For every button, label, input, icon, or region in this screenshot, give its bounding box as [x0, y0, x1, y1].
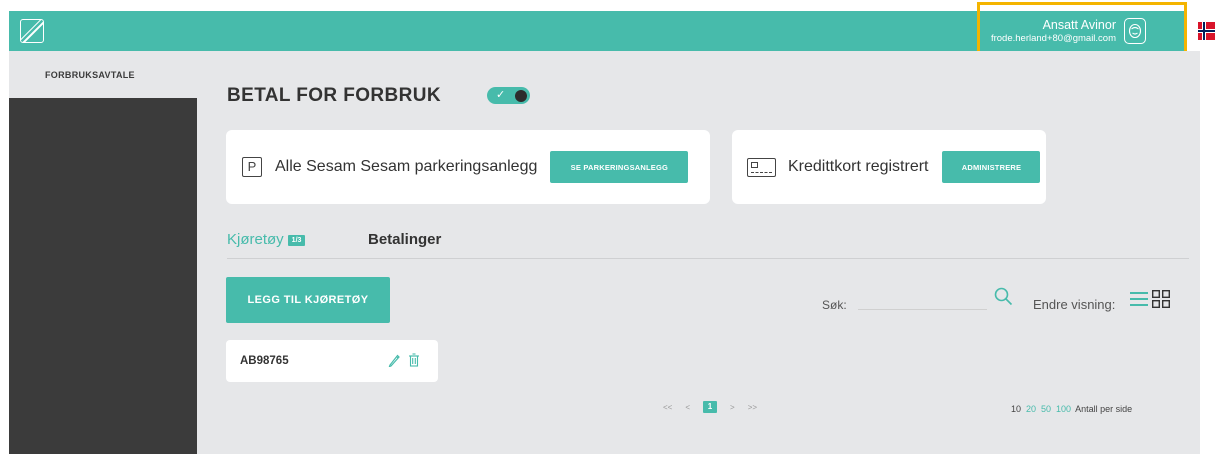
sidebar-active-item[interactable]: FORBRUKSAVTALE: [9, 51, 197, 98]
first-page-button[interactable]: <<: [663, 403, 672, 412]
consumption-toggle[interactable]: ✓: [487, 87, 530, 104]
check-icon: ✓: [496, 89, 506, 101]
tab-payments[interactable]: Betalinger: [368, 231, 441, 248]
next-page-button[interactable]: >: [730, 403, 735, 412]
parking-card: P Alle Sesam Sesam parkeringsanlegg SE P…: [226, 130, 710, 204]
tab-vehicles[interactable]: Kjøretøy 1/3: [227, 231, 306, 248]
pagination: << < 1 > >>: [663, 401, 770, 413]
see-parking-button[interactable]: SE PARKERINGSANLEGG: [550, 151, 689, 183]
parking-card-text: Alle Sesam Sesam parkeringsanlegg: [275, 158, 538, 175]
search-icon[interactable]: [994, 287, 1013, 311]
sesam-logo-icon[interactable]: [20, 19, 44, 43]
trash-icon[interactable]: [408, 353, 420, 372]
parking-icon: P: [242, 157, 262, 177]
per-page-option[interactable]: 10: [1011, 404, 1021, 414]
list-view-icon[interactable]: [1130, 291, 1148, 312]
search-label: Søk:: [822, 298, 847, 312]
credit-card-icon: [747, 157, 776, 177]
credit-card-text: Kredittkort registrert: [788, 158, 929, 175]
tab-vehicles-label: Kjøretøy: [227, 231, 284, 248]
search-input[interactable]: [858, 291, 987, 310]
per-page-option[interactable]: 20: [1026, 404, 1036, 414]
toggle-knob: [515, 89, 527, 102]
main-content: BETAL FOR FORBRUK ✓ P Alle Sesam Sesam p…: [197, 51, 1200, 454]
prev-page-button[interactable]: <: [685, 403, 690, 412]
page-title: BETAL FOR FORBRUK: [227, 85, 442, 106]
manage-button[interactable]: ADMINISTRERE: [942, 151, 1041, 183]
per-page-selector: 10 20 50 100 Antall per side: [1011, 404, 1132, 414]
flag-cross-horizontal: [1198, 30, 1215, 32]
vehicle-count-badge: 1/3: [287, 235, 306, 246]
vehicle-plate: AB98765: [240, 355, 289, 367]
sidebar: FORBRUKSAVTALE: [9, 51, 197, 454]
sidebar-item-forbruksavtale[interactable]: FORBRUKSAVTALE: [45, 70, 135, 80]
view-label: Endre visning:: [1033, 297, 1116, 312]
grid-view-icon[interactable]: [1151, 289, 1170, 313]
per-page-option[interactable]: 100: [1056, 404, 1071, 414]
pencil-icon[interactable]: [388, 353, 400, 372]
per-page-label: Antall per side: [1075, 404, 1133, 414]
tabs-divider: [227, 258, 1189, 259]
last-page-button[interactable]: >>: [748, 403, 757, 412]
current-page[interactable]: 1: [703, 401, 718, 413]
vehicle-card: AB98765: [226, 340, 438, 382]
add-vehicle-button[interactable]: LEGG TIL KJØRETØY: [226, 277, 390, 323]
credit-card-card: Kredittkort registrert ADMINISTRERE: [732, 130, 1046, 204]
per-page-option[interactable]: 50: [1041, 404, 1051, 414]
